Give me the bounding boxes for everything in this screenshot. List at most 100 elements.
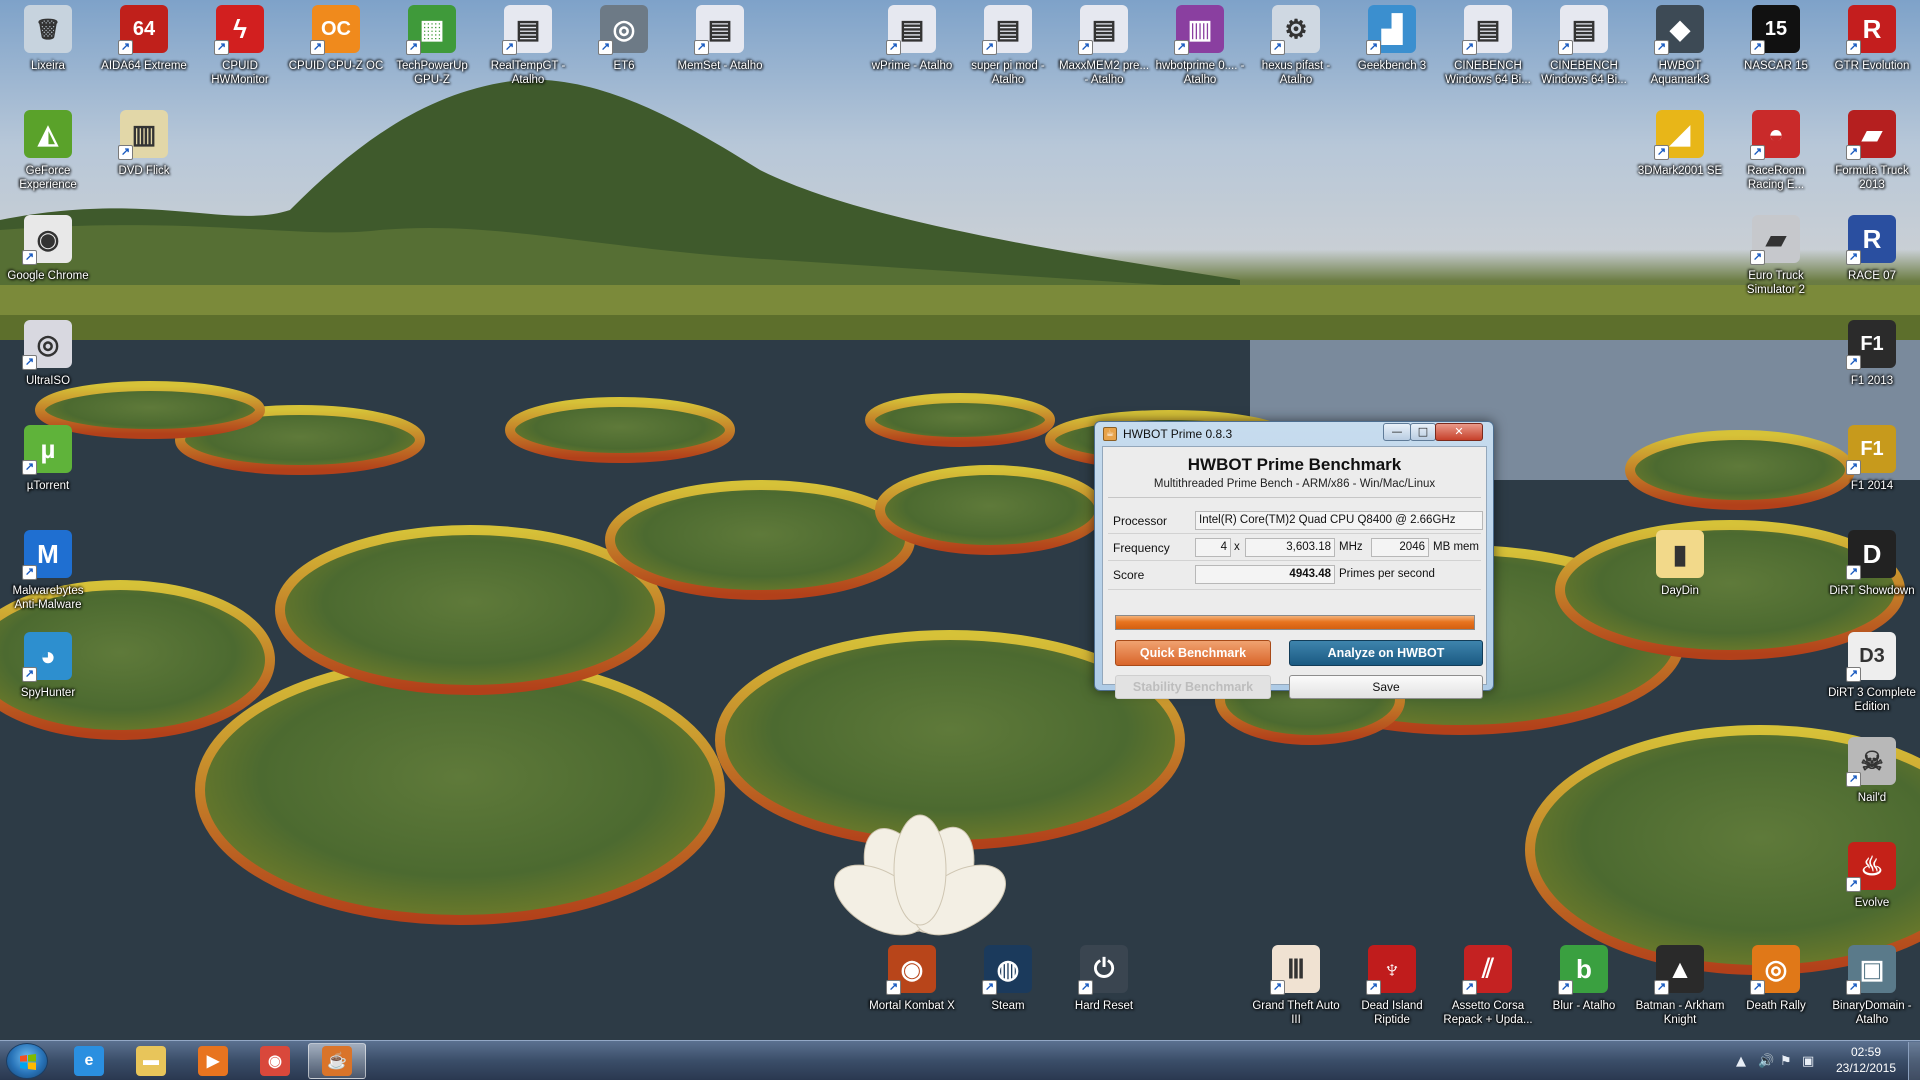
gtr-icon: R ↗ [1846, 5, 1896, 55]
minimize-button[interactable]: — [1383, 423, 1411, 441]
batman-icon: ▲ ↗ [1654, 945, 1704, 995]
desktop-icon-spyhunter[interactable]: ◕ ↗ SpyHunter [0, 632, 96, 700]
maximize-button[interactable]: □ [1410, 423, 1436, 441]
taskbar-app-java[interactable]: ☕ [308, 1043, 366, 1079]
desktop-icon-naild[interactable]: ☠ ↗ Nail'd [1824, 737, 1920, 805]
desktop-icon-deadisland[interactable]: ♆ ↗ Dead Island Riptide [1344, 945, 1440, 1027]
desktop-icon-realtemp[interactable]: ▤ ↗ RealTempGT - Atalho [480, 5, 576, 87]
desktop-icon-wprime[interactable]: ▤ ↗ wPrime - Atalho [864, 5, 960, 73]
quick-benchmark-button[interactable]: Quick Benchmark [1115, 640, 1271, 666]
desktop-icon-label: CPUID HWMonitor [211, 60, 269, 86]
desktop-icon-utorrent[interactable]: µ ↗ µTorrent [0, 425, 96, 493]
shortcut-arrow-icon: ↗ [982, 40, 997, 55]
desktop-icon-geforce[interactable]: ◭ GeForce Experience [0, 110, 96, 192]
shortcut-arrow-icon: ↗ [1462, 980, 1477, 995]
desktop-icon-binarydomain[interactable]: ▣ ↗ BinaryDomain - Atalho [1824, 945, 1920, 1027]
header-divider [1108, 497, 1481, 498]
desktop-icon-lixeira[interactable]: 🗑 Lixeira [0, 5, 96, 73]
close-button[interactable]: ✕ [1435, 423, 1483, 441]
shortcut-arrow-icon: ↗ [1558, 40, 1573, 55]
taskbar-app-chrome[interactable]: ◉ [246, 1043, 304, 1079]
desktop-icon-dirtshowdown[interactable]: D ↗ DiRT Showdown [1824, 530, 1920, 598]
desktop-icon-aida64[interactable]: 64 ↗ AIDA64 Extreme [96, 5, 192, 73]
desktop-icon-dvdflick[interactable]: ▥ ↗ DVD Flick [96, 110, 192, 178]
shortcut-arrow-icon: ↗ [22, 355, 37, 370]
desktop-icon-malwarebytes[interactable]: M ↗ Malwarebytes Anti-Malware [0, 530, 96, 612]
desktop-icon-dirt3[interactable]: D3 ↗ DiRT 3 Complete Edition [1824, 632, 1920, 714]
shortcut-arrow-icon: ↗ [1750, 980, 1765, 995]
desktop-icon-3dmark[interactable]: ◢ ↗ 3DMark2001 SE [1632, 110, 1728, 178]
desktop-icon-superpi[interactable]: ▤ ↗ super pi mod - Atalho [960, 5, 1056, 87]
shortcut-arrow-icon: ↗ [1366, 980, 1381, 995]
clock-time[interactable]: 02:59 [1826, 1045, 1906, 1059]
desktop-icon-gta3[interactable]: Ⅲ ↗ Grand Theft Auto III [1248, 945, 1344, 1027]
desktop-icon-batman[interactable]: ▲ ↗ Batman - Arkham Knight [1632, 945, 1728, 1027]
desktop-icon-chrome[interactable]: ◉ ↗ Google Chrome [0, 215, 96, 283]
desktop-icon-label: ET6 [613, 60, 635, 72]
desktop-icon-label: DVD Flick [118, 165, 170, 177]
desktop-icon-hwbotprime[interactable]: ▥ ↗ hwbotprime 0.... - Atalho [1152, 5, 1248, 87]
cinebench1-icon: ▤ ↗ [1462, 5, 1512, 55]
processor-field: Intel(R) Core(TM)2 Quad CPU Q8400 @ 2.66… [1195, 511, 1483, 530]
benchmark-progress-bar [1115, 615, 1475, 630]
desktop-icon-mortalkombat[interactable]: ◉ ↗ Mortal Kombat X [864, 945, 960, 1013]
row-divider [1108, 533, 1481, 534]
desktop-icon-assetto[interactable]: ⫽ ↗ Assetto Corsa Repack + Upda... [1440, 945, 1536, 1027]
network-icon[interactable]: ▣ [1802, 1054, 1814, 1069]
desktop-icon-gtr[interactable]: R ↗ GTR Evolution [1824, 5, 1920, 73]
desktop-icon-label: Hard Reset [1074, 1000, 1134, 1012]
desktop-icon-formulatruck[interactable]: ▰ ↗ Formula Truck 2013 [1824, 110, 1920, 192]
desktop-icon-daydin[interactable]: ▮ DayDin [1632, 530, 1728, 598]
hwbot-prime-window[interactable]: ☕ HWBOT Prime 0.8.3 — □ ✕ HWBOT Prime Be… [1094, 421, 1494, 699]
desktop-icon-gpuz[interactable]: ▦ ↗ TechPowerUp GPU-Z [384, 5, 480, 87]
analyze-on-hwbot-button[interactable]: Analyze on HWBOT [1289, 640, 1483, 666]
desktop-icon-maxxmem[interactable]: ▤ ↗ MaxxMEM2 pre... - Atalho [1056, 5, 1152, 87]
deadisland-icon: ♆ ↗ [1366, 945, 1416, 995]
shortcut-arrow-icon: ↗ [1846, 355, 1861, 370]
show-hidden-icons-chevron-icon[interactable]: ▲ [1736, 1054, 1746, 1069]
desktop-icon-cinebench1[interactable]: ▤ ↗ CINEBENCH Windows 64 Bi... [1440, 5, 1536, 87]
geekbench-icon: ▟ ↗ [1366, 5, 1416, 55]
race07-icon: R ↗ [1846, 215, 1896, 265]
desktop-icon-steam[interactable]: ◍ ↗ Steam [960, 945, 1056, 1013]
desktop-icon-cpuid-hwmon[interactable]: ϟ ↗ CPUID HWMonitor [192, 5, 288, 87]
desktop-icon-ultraiso[interactable]: ◎ ↗ UltraISO [0, 320, 96, 388]
show-desktop-button[interactable] [1908, 1042, 1920, 1080]
shortcut-arrow-icon: ↗ [1750, 145, 1765, 160]
taskbar-app-ie[interactable]: e [60, 1043, 118, 1079]
shortcut-arrow-icon: ↗ [22, 667, 37, 682]
taskbar-app-explorer[interactable]: ▬ [122, 1043, 180, 1079]
action-center-flag-icon[interactable]: ⚑ [1780, 1054, 1792, 1069]
desktop-icon-label: Dead Island Riptide [1361, 1000, 1423, 1026]
desktop-icon-f12014[interactable]: F1 ↗ F1 2014 [1824, 425, 1920, 493]
desktop-icon-f12013[interactable]: F1 ↗ F1 2013 [1824, 320, 1920, 388]
desktop-icon-memset[interactable]: ▤ ↗ MemSet - Atalho [672, 5, 768, 73]
eurotruck-icon: ▰ ↗ [1750, 215, 1800, 265]
clock-date[interactable]: 23/12/2015 [1826, 1061, 1906, 1075]
window-titlebar[interactable]: ☕ HWBOT Prime 0.8.3 — □ ✕ [1095, 422, 1493, 446]
desktop-icon-eurotruck[interactable]: ▰ ↗ Euro Truck Simulator 2 [1728, 215, 1824, 297]
desktop-icon-hardreset[interactable]: ⏻ ↗ Hard Reset [1056, 945, 1152, 1013]
desktop-icon-race07[interactable]: R ↗ RACE 07 [1824, 215, 1920, 283]
speaker-icon[interactable]: 🔊 [1758, 1054, 1774, 1069]
desktop-icon-cinebench2[interactable]: ▤ ↗ CINEBENCH Windows 64 Bi... [1536, 5, 1632, 87]
f12013-icon: F1 ↗ [1846, 320, 1896, 370]
desktop-icon-geekbench[interactable]: ▟ ↗ Geekbench 3 [1344, 5, 1440, 73]
desktop-icon-aquamark[interactable]: ◆ ↗ HWBOT Aquamark3 [1632, 5, 1728, 87]
taskbar-app-media-player[interactable]: ▶ [184, 1043, 242, 1079]
desktop-icon-label: Malwarebytes Anti-Malware [12, 585, 84, 611]
desktop-icon-evolve[interactable]: ♨ ↗ Evolve [1824, 842, 1920, 910]
desktop-icon-hexus[interactable]: ⚙ ↗ hexus pifast - Atalho [1248, 5, 1344, 87]
shortcut-arrow-icon: ↗ [1270, 980, 1285, 995]
desktop-icon-raceroom[interactable]: ◓ ↗ RaceRoom Racing E... [1728, 110, 1824, 192]
desktop-icon-cpuz[interactable]: OC ↗ CPUID CPU-Z OC [288, 5, 384, 73]
desktop-icon-label: wPrime - Atalho [871, 60, 953, 72]
start-button[interactable] [6, 1043, 48, 1079]
save-button[interactable]: Save [1289, 675, 1483, 699]
desktop-icon-blur[interactable]: b ↗ Blur - Atalho [1536, 945, 1632, 1013]
desktop-icon-nascar[interactable]: 15 ↗ NASCAR 15 [1728, 5, 1824, 73]
desktop-icon-et6[interactable]: ◎ ↗ ET6 [576, 5, 672, 73]
desktop-icon-deathrally[interactable]: ◎ ↗ Death Rally [1728, 945, 1824, 1013]
desktop-icon-label: RealTempGT - Atalho [490, 60, 566, 86]
windows-logo-icon [20, 1054, 36, 1070]
